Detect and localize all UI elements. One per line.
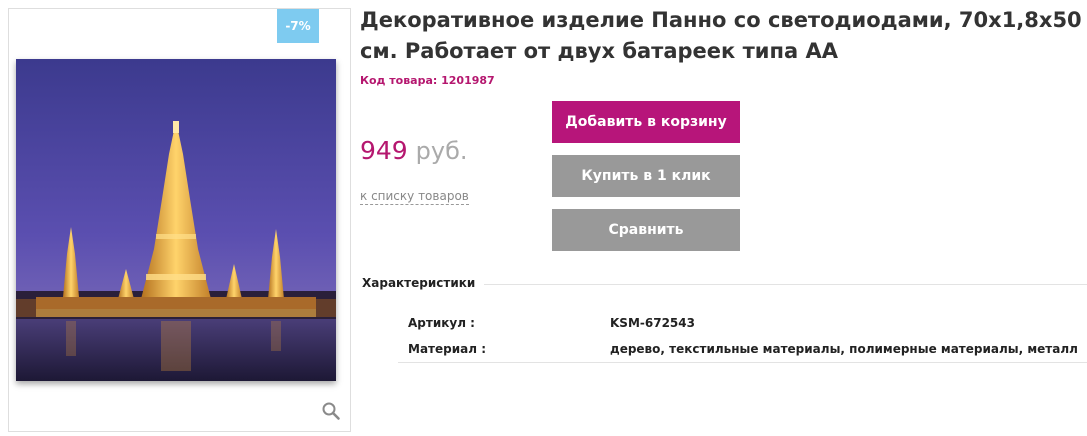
discount-badge: -7% [277, 9, 319, 43]
spec-value: дерево, текстильные материалы, полимерны… [610, 342, 1078, 356]
spec-key: Материал : [408, 342, 486, 356]
product-code: Код товара: 1201987 [360, 74, 495, 87]
specs-divider [484, 284, 1087, 285]
buy-one-click-button[interactable]: Купить в 1 клик [552, 155, 740, 197]
product-title: Декоративное изделие Панно со светодиода… [360, 8, 1082, 63]
product-code-label: Код товара: [360, 74, 438, 87]
product-image-box: -7% [8, 8, 351, 432]
price-value: 949 [360, 136, 408, 165]
add-to-cart-button[interactable]: Добавить в корзину [552, 101, 740, 143]
spec-row-article: Артикул : KSM-672543 [398, 312, 1087, 334]
product-price: 949 руб. [360, 136, 468, 165]
price-currency: руб. [415, 137, 468, 165]
product-photo[interactable] [16, 59, 336, 381]
spec-key: Артикул : [408, 316, 475, 330]
back-to-list-link[interactable]: к списку товаров [360, 188, 469, 205]
spec-row-material: Материал : дерево, текстильные материалы… [398, 338, 1087, 363]
magnifier-icon[interactable] [321, 401, 341, 421]
specs-heading: Характеристики [362, 276, 476, 290]
compare-button[interactable]: Сравнить [552, 209, 740, 251]
product-code-value: 1201987 [441, 74, 495, 87]
spec-value: KSM-672543 [610, 316, 695, 330]
